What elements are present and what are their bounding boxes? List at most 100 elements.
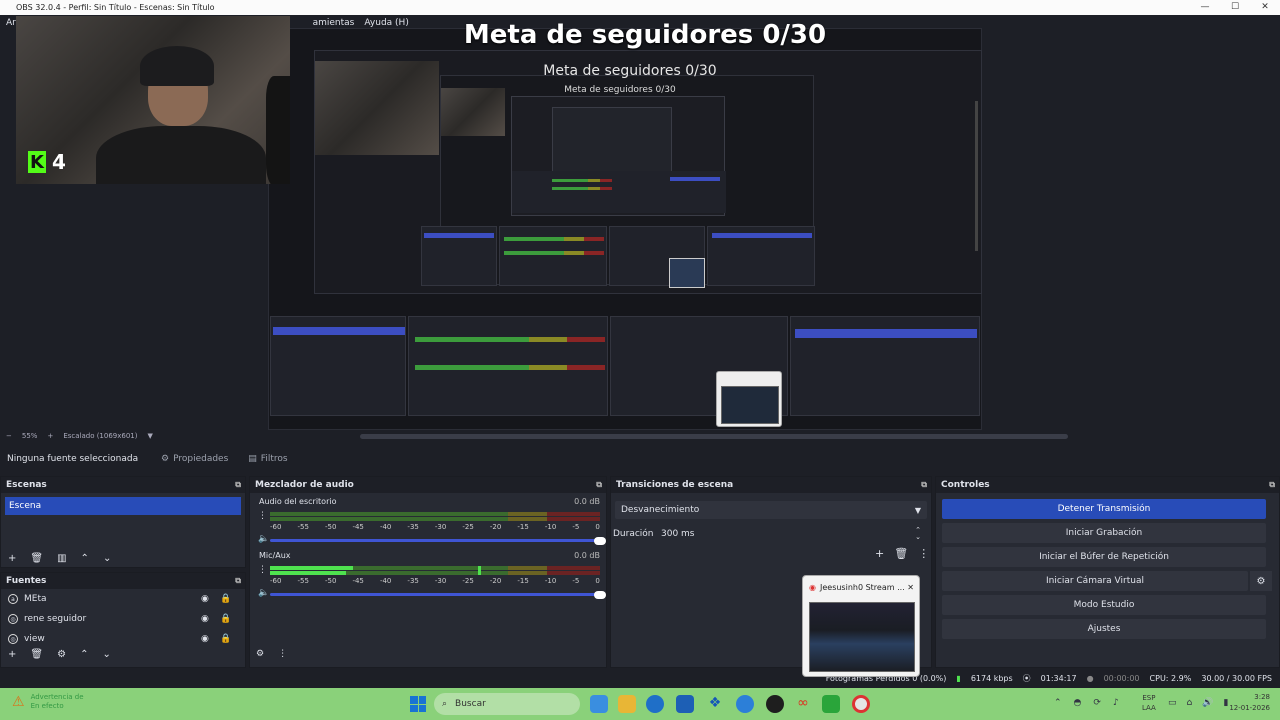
source-item[interactable]: ◎ view ◉ 🔒: [1, 629, 245, 647]
zoom-level[interactable]: 55%: [22, 432, 38, 440]
quick-settings[interactable]: ▭ ⌂ 🔊 ▮: [1168, 698, 1228, 708]
mixer-menu-icon[interactable]: ⋮: [278, 649, 287, 659]
chevron-down-icon: ▼: [914, 505, 921, 515]
lock-icon[interactable]: 🔒: [220, 614, 231, 624]
nested-scrollbar: [975, 101, 978, 251]
start-virtual-camera-button[interactable]: Iniciar Cámara Virtual: [942, 571, 1248, 591]
volume-slider[interactable]: [270, 593, 600, 596]
obs-icon[interactable]: [766, 695, 784, 713]
add-source-icon[interactable]: +: [8, 649, 16, 660]
search-icon: ⌕: [442, 699, 448, 709]
close-button[interactable]: ✕: [1250, 0, 1280, 15]
tray-app-icon[interactable]: ⟳: [1093, 698, 1101, 708]
move-up-icon[interactable]: ⌃: [80, 649, 88, 660]
close-icon[interactable]: ✕: [907, 583, 914, 592]
virtual-camera-settings-icon[interactable]: ⚙: [1250, 571, 1272, 591]
advanced-audio-icon[interactable]: ⚙: [256, 649, 264, 659]
eye-icon[interactable]: ◉: [201, 594, 209, 604]
start-replay-buffer-button[interactable]: Iniciar el Búfer de Repetición: [942, 547, 1266, 567]
eye-icon[interactable]: ◉: [201, 634, 209, 644]
source-settings-icon[interactable]: ⚙: [57, 649, 66, 660]
dock-float-icon[interactable]: ⧉: [921, 480, 927, 490]
lock-icon[interactable]: 🔒: [220, 594, 231, 604]
volume-knob[interactable]: [594, 591, 606, 599]
properties-button[interactable]: ⚙ Propiedades: [155, 452, 234, 466]
start-recording-button[interactable]: Iniciar Grabación: [942, 523, 1266, 543]
edge-icon[interactable]: [590, 695, 608, 713]
filters-button[interactable]: ▤ Filtros: [242, 452, 293, 466]
language-indicator[interactable]: ESP LAA: [1142, 693, 1156, 713]
menu-help[interactable]: Ayuda (H): [364, 18, 408, 28]
taskbar-search[interactable]: ⌕ Buscar: [434, 693, 580, 715]
settings-button[interactable]: Ajustes: [942, 619, 1266, 639]
clock[interactable]: 3:28 12-01-2026: [1229, 692, 1270, 714]
volume-slider[interactable]: [270, 539, 600, 542]
app-icon[interactable]: [736, 695, 754, 713]
browser-icon[interactable]: [646, 695, 664, 713]
nested-preview-2: [421, 75, 815, 288]
audio-mixer-dock: Mezclador de audio ⧉ Audio del escritorio…: [249, 476, 607, 668]
dock-float-icon[interactable]: ⧉: [235, 480, 241, 490]
windows-start-icon[interactable]: [410, 696, 426, 712]
dock-float-icon[interactable]: ⧉: [235, 576, 241, 586]
remove-scene-icon[interactable]: 🗑: [30, 553, 43, 564]
nested-scenes-dock: [270, 316, 406, 416]
weather-warning[interactable]: ⚠ Advertencia de En efecto: [12, 693, 84, 711]
duration-input[interactable]: 300 ms ⌃ ⌄: [655, 525, 927, 543]
popup-thumbnail[interactable]: [809, 602, 915, 672]
taskbar-preview-popup[interactable]: ◉ Jeesusinh0 Stream ... ✕: [802, 575, 920, 677]
tray-app-icon[interactable]: ◓: [1074, 698, 1082, 708]
file-explorer-icon[interactable]: [618, 695, 636, 713]
menu-tools[interactable]: amientas: [313, 18, 355, 28]
webcam-body: [96, 126, 266, 184]
minecraft-icon[interactable]: [822, 695, 840, 713]
move-up-icon[interactable]: ⌃: [81, 553, 89, 564]
eye-icon[interactable]: ◉: [201, 614, 209, 624]
nested-webcam-2: [441, 88, 505, 136]
add-scene-icon[interactable]: +: [8, 553, 16, 564]
scene-filters-icon[interactable]: ▥: [57, 553, 66, 564]
studio-mode-button[interactable]: Modo Estudio: [942, 595, 1266, 615]
battery-icon: ▮: [1223, 698, 1229, 708]
remove-transition-icon[interactable]: 🗑: [894, 547, 908, 560]
dropbox-icon[interactable]: ❖: [706, 695, 724, 713]
tray-mic-icon[interactable]: ♪: [1113, 698, 1119, 708]
source-name: MEta: [24, 594, 47, 604]
speaker-icon[interactable]: 🔈: [258, 534, 269, 544]
minimize-button[interactable]: —: [1190, 0, 1220, 15]
chrome-taskbar-icon[interactable]: [852, 695, 870, 713]
scene-item[interactable]: Escena: [5, 497, 241, 515]
add-transition-icon[interactable]: +: [875, 547, 884, 560]
remove-source-icon[interactable]: 🗑: [30, 649, 43, 660]
channel-menu-icon[interactable]: ⋮: [258, 565, 267, 575]
transition-select[interactable]: Desvanecimiento ▼: [615, 501, 927, 519]
window-title: OBS 32.0.4 - Perfil: Sin Título - Escena…: [16, 3, 215, 12]
source-item[interactable]: ◎ rene seguidor ◉ 🔒: [1, 609, 245, 629]
tray-chevron-icon[interactable]: ⌃: [1054, 698, 1062, 708]
lock-icon[interactable]: 🔒: [220, 634, 231, 644]
move-down-icon[interactable]: ⌄: [102, 649, 110, 660]
creative-cloud-icon[interactable]: ∞: [794, 695, 812, 713]
dock-float-icon[interactable]: ⧉: [1269, 480, 1275, 490]
stream-icon: ⦿: [1022, 673, 1031, 683]
zoom-minus-button[interactable]: −: [6, 432, 12, 440]
channel-menu-icon[interactable]: ⋮: [258, 511, 267, 521]
volume-icon: 🔊: [1202, 698, 1214, 708]
sources-toolbar: + 🗑 ⚙ ⌃ ⌄: [8, 649, 111, 660]
source-item[interactable]: a MEta ◉ 🔒: [1, 589, 245, 609]
speaker-icon[interactable]: 🔈: [258, 588, 269, 598]
move-down-icon[interactable]: ⌄: [103, 553, 111, 564]
volume-knob[interactable]: [594, 537, 606, 545]
store-icon[interactable]: [676, 695, 694, 713]
maximize-button[interactable]: ☐: [1220, 0, 1250, 15]
spinner-icon[interactable]: ⌃ ⌄: [915, 527, 921, 541]
meter-ticks: -60 -55 -50 -45 -40 -35 -30 -25 -20 -15 -10 -5 0: [270, 523, 600, 531]
meter-level: [270, 566, 353, 570]
scale-dropdown-icon[interactable]: ▼: [148, 432, 153, 440]
preview-horizontal-scrollbar[interactable]: [360, 434, 1068, 439]
zoom-plus-button[interactable]: +: [47, 432, 53, 440]
controls-dock: Controles ⧉ Detener Transmisión Iniciar G…: [935, 476, 1280, 668]
dock-float-icon[interactable]: ⧉: [596, 480, 602, 490]
stop-streaming-button[interactable]: Detener Transmisión: [942, 499, 1266, 519]
transition-menu-icon[interactable]: ⋮: [918, 547, 929, 560]
